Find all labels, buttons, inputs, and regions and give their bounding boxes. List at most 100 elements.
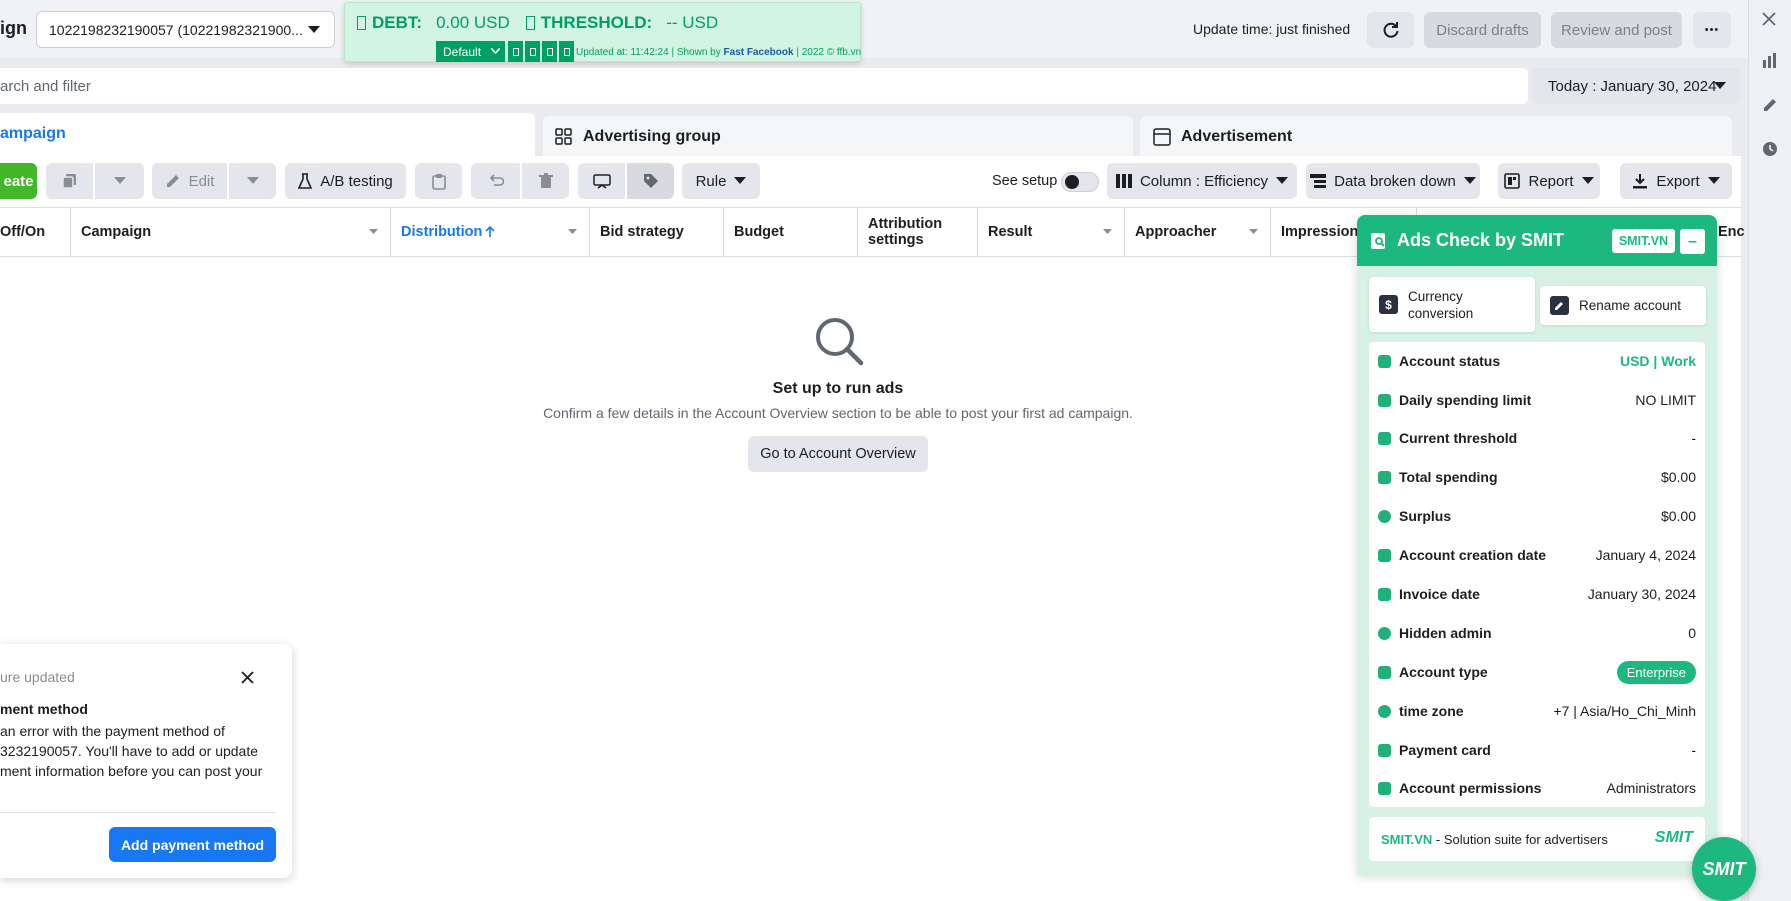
smit-info-row: Total spending $0.00 [1369, 458, 1705, 496]
tab-advertising-group[interactable]: Advertising group [543, 116, 1133, 158]
col-off-on-label: Off/On [0, 224, 46, 240]
smit-footer-logo: SMIT [1654, 829, 1693, 846]
tag-button[interactable] [627, 163, 674, 199]
discard-drafts-button[interactable]: Discard drafts [1424, 12, 1541, 48]
col-off-on[interactable]: Off/On [0, 208, 71, 256]
flask-icon [298, 173, 313, 189]
col-attribution[interactable]: Attribution settings [858, 208, 978, 256]
refresh-button[interactable] [1367, 12, 1414, 48]
smit-floating-button[interactable]: SMIT [1692, 837, 1756, 901]
sort-caret-icon [369, 229, 378, 234]
rename-account-button[interactable]: Rename account [1540, 286, 1706, 325]
smit-info-value: - [1691, 742, 1696, 758]
chevron-down-icon [1581, 177, 1594, 184]
col-budget[interactable]: Budget [724, 208, 858, 256]
col-campaign[interactable]: Campaign [71, 208, 391, 256]
card-icon [1378, 393, 1391, 407]
duplicate-button[interactable] [46, 163, 93, 199]
smit-info-row: Payment card - [1369, 731, 1705, 769]
toggle-knob [1065, 175, 1079, 189]
ffb-tool-icon[interactable] [525, 41, 540, 62]
bar-chart-icon[interactable] [1762, 53, 1777, 68]
ffb-tool-icon[interactable] [542, 41, 557, 62]
edit-button[interactable]: Edit [152, 163, 227, 199]
sort-caret-icon [1103, 229, 1112, 234]
tag-icon [643, 174, 658, 188]
search-placeholder: arch and filter [0, 77, 91, 95]
account-select[interactable]: 1022198232190057 (10221982321900... [36, 11, 335, 48]
breakdown-label: Data broken down [1334, 172, 1456, 190]
clock-icon[interactable] [1762, 141, 1778, 157]
smit-minimize-button[interactable]: – [1680, 229, 1705, 254]
col-distribution-label: Distribution [401, 224, 483, 240]
close-icon[interactable] [241, 671, 254, 684]
threshold-value: -- USD [666, 13, 719, 32]
sort-ascending-icon [485, 226, 495, 237]
currency-conversion-button[interactable]: $ Currency conversion [1369, 277, 1535, 332]
swap-button[interactable] [578, 163, 625, 199]
col-result[interactable]: Result [978, 208, 1125, 256]
date-range-picker[interactable]: Today : January 30, 2024 [1532, 68, 1740, 104]
col-impressions-label: Impressions [1281, 224, 1367, 240]
undo-button[interactable] [471, 163, 520, 199]
page-title: ign [0, 18, 27, 38]
close-icon[interactable] [1762, 12, 1776, 26]
col-distribution[interactable]: Distribution [391, 208, 590, 256]
chevron-down-icon [491, 48, 500, 54]
chevron-down-icon [1276, 177, 1289, 184]
smit-info-row: Daily spending limit NO LIMIT [1369, 381, 1705, 419]
export-button[interactable]: Export [1620, 163, 1732, 199]
ad-page-icon [1153, 128, 1171, 146]
smit-info-value: 0 [1688, 625, 1696, 641]
smit-info-value: +7 | Asia/Ho_Chi_Minh [1553, 703, 1696, 719]
smit-logo-icon [1371, 233, 1385, 249]
clipboard-button[interactable] [415, 163, 462, 199]
refresh-icon [1383, 22, 1398, 38]
download-icon [1633, 174, 1648, 189]
breakdown-button[interactable]: Data broken down [1306, 163, 1480, 199]
report-button[interactable]: Report [1498, 163, 1600, 199]
see-setup-label: See setup [992, 173, 1058, 189]
col-approacher[interactable]: Approacher [1125, 208, 1271, 256]
delete-button[interactable] [522, 163, 569, 199]
empty-state-title: Set up to run ads [772, 380, 904, 397]
ffb-debt-panel: DEBT: 0.00 USD THRESHOLD: -- USD Default… [344, 2, 861, 62]
smit-info-label: Account status [1399, 353, 1501, 369]
empty-state-description: Confirm a few details in the Account Ove… [543, 405, 1133, 421]
smit-info-row: Current threshold - [1369, 419, 1705, 457]
column-button[interactable]: Column : Efficiency [1107, 163, 1297, 199]
currency-icon: $ [1379, 295, 1398, 314]
pencil-icon[interactable] [1762, 97, 1778, 113]
smit-badge[interactable]: SMIT.VN [1612, 229, 1675, 253]
shield-icon [1378, 626, 1391, 640]
debt-value: 0.00 USD [436, 13, 510, 32]
currency-conversion-label: Currency conversion [1408, 288, 1474, 321]
see-setup-toggle[interactable] [1061, 172, 1099, 192]
fast-facebook-link[interactable]: Fast Facebook [724, 47, 794, 58]
go-to-account-overview-button[interactable]: Go to Account Overview [748, 436, 928, 472]
more-options-button[interactable]: ••• [1693, 12, 1731, 48]
tab-advertisement[interactable]: Advertisement [1140, 116, 1732, 158]
ffb-tool-icon[interactable] [508, 41, 523, 62]
smit-info-row: Account type Enterprise [1369, 653, 1705, 691]
rule-button[interactable]: Rule [682, 163, 760, 199]
search-filter-input[interactable]: arch and filter [0, 68, 1528, 104]
smit-footer: SMIT.VN - Solution suite for advertisers… [1369, 817, 1705, 861]
tab-campaign-label: ampaign [0, 125, 66, 142]
tab-campaign[interactable]: ampaign [0, 113, 535, 158]
duplicate-dropdown[interactable] [95, 163, 144, 199]
smit-info-value: January 30, 2024 [1587, 586, 1696, 602]
smit-footer-brand[interactable]: SMIT.VN [1381, 832, 1432, 847]
ffb-tool-icon[interactable] [559, 41, 574, 62]
add-payment-method-button[interactable]: Add payment method [109, 827, 276, 862]
notification-body-line: ment information before you can post you… [0, 763, 263, 779]
col-bid-strategy[interactable]: Bid strategy [590, 208, 724, 256]
create-button[interactable]: eate [0, 163, 37, 199]
edit-dropdown[interactable] [229, 163, 276, 199]
review-and-post-button[interactable]: Review and post [1551, 12, 1682, 48]
ab-testing-button[interactable]: A/B testing [285, 163, 406, 199]
smit-title: Ads Check by SMIT [1397, 230, 1565, 250]
preset-select[interactable]: Default [436, 41, 505, 62]
smit-header: Ads Check by SMIT SMIT.VN – [1357, 215, 1717, 266]
calendar-icon [1378, 548, 1391, 562]
